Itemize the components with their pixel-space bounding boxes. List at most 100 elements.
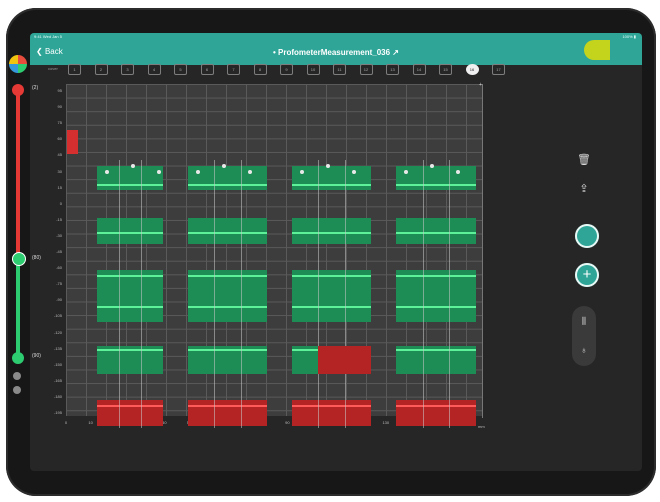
rebar-signal-line xyxy=(97,349,163,351)
rebar-signal-line xyxy=(292,184,371,186)
rebar-marker xyxy=(222,164,226,168)
share-icon[interactable]: ⇪ xyxy=(576,181,592,197)
tab-12[interactable]: 12 xyxy=(359,64,373,75)
measurement-zone xyxy=(188,218,267,244)
tab-10[interactable]: 10 xyxy=(306,64,320,75)
tab-4[interactable]: 4 xyxy=(147,64,161,75)
y-tick-label: -45 xyxy=(56,249,62,254)
y-tick-label: -75 xyxy=(56,281,62,287)
rebar-signal-line xyxy=(292,275,371,277)
tab-5[interactable]: 5 xyxy=(174,64,187,75)
y-tick-label: -150 xyxy=(53,361,62,367)
rebar-signal-line xyxy=(292,232,371,234)
measurement-zone xyxy=(188,166,267,190)
rebar-position-line xyxy=(141,160,142,428)
rebar-marker xyxy=(196,170,200,174)
measurement-zone xyxy=(97,270,163,322)
tab-6[interactable]: 6 xyxy=(200,64,214,75)
y-tick-label: -15 xyxy=(56,216,62,222)
rebar-position-line xyxy=(344,160,346,428)
measurement-title[interactable]: • ProfometerMeasurement_036 ↗ xyxy=(30,48,642,57)
measurement-zone xyxy=(396,400,476,426)
add-icon[interactable]: + xyxy=(575,263,599,287)
rebar-position-line xyxy=(318,160,320,428)
rebar-signal-line xyxy=(97,184,163,186)
rebar-position-line xyxy=(449,160,451,428)
rebar-signal-line xyxy=(97,405,163,407)
info-dot-icon[interactable] xyxy=(13,386,21,394)
slider-label-middle: (80) xyxy=(32,255,41,261)
y-tick-label: 15 xyxy=(57,184,62,190)
rebar-signal-line xyxy=(188,349,267,351)
rebar-marker xyxy=(352,170,356,174)
y-tick-label: -120 xyxy=(53,329,62,335)
rebar-marker xyxy=(404,170,408,174)
y-tick-label: 45 xyxy=(57,152,62,158)
tab-7[interactable]: 7 xyxy=(227,64,240,75)
y-tick-label: 60 xyxy=(57,136,62,142)
rebar-signal-line xyxy=(396,232,476,234)
tab-11[interactable]: 11 xyxy=(333,64,346,75)
measurement-zone xyxy=(188,270,267,322)
measurement-zone xyxy=(396,218,476,244)
y-tick-label: -60 xyxy=(56,265,62,271)
rebar-signal-line xyxy=(292,405,371,407)
tab-15[interactable]: 15 xyxy=(439,64,452,75)
tab-14[interactable]: 14 xyxy=(412,64,426,75)
rebar-signal-line xyxy=(292,306,371,308)
x-axis-unit: mm xyxy=(478,424,485,429)
threshold-slider-upper[interactable] xyxy=(16,85,20,258)
y-tick-label: 90 xyxy=(57,104,62,110)
measurement-zone xyxy=(396,270,476,322)
tab-1[interactable]: 1 xyxy=(68,64,81,75)
slider-knob-top[interactable] xyxy=(12,84,24,96)
rebar-position-line xyxy=(214,160,216,428)
measurement-zone xyxy=(97,400,163,426)
rebar-marker xyxy=(300,170,304,174)
y-tick-label: -105 xyxy=(53,313,62,319)
tab-9[interactable]: 9 xyxy=(280,64,293,75)
right-axis-marker: + xyxy=(479,82,482,88)
tab-3[interactable]: 3 xyxy=(121,64,134,75)
rebar-signal-line xyxy=(396,349,476,351)
tabs-leading-label: cover xyxy=(48,66,58,71)
trash-icon[interactable]: 🗑 xyxy=(576,152,592,168)
slider-label-top: (2) xyxy=(32,85,39,91)
slider-knob-middle[interactable] xyxy=(12,252,26,266)
threshold-slider-lower[interactable] xyxy=(16,258,20,355)
tab-13[interactable]: 13 xyxy=(386,64,399,75)
rebar-marker xyxy=(456,170,460,174)
columns-icon[interactable]: ⫼ xyxy=(576,313,592,329)
measurement-zone-alert xyxy=(318,346,371,374)
measurement-zone xyxy=(396,166,476,190)
rebar-signal-line xyxy=(396,306,476,308)
settings-dot-icon[interactable] xyxy=(13,372,21,380)
right-axis xyxy=(482,84,483,418)
y-tick-label: -195 xyxy=(53,410,62,415)
rebar-signal-line xyxy=(97,306,163,308)
rebar-signal-line xyxy=(188,306,267,308)
y-tick-label: -30 xyxy=(56,232,62,238)
rebar-signal-line xyxy=(188,275,267,277)
rebar-signal-line xyxy=(188,405,267,407)
measurement-zone xyxy=(292,166,371,190)
measurement-zone xyxy=(292,400,371,426)
mic-icon[interactable]: ♁ xyxy=(576,342,592,358)
status-bar: 9:41 Wed Jan 5 100% ▮ xyxy=(30,33,642,41)
status-battery: 100% ▮ xyxy=(622,34,636,39)
slider-knob-bottom[interactable] xyxy=(12,352,24,364)
rebar-marker xyxy=(248,170,252,174)
app-logo-icon[interactable] xyxy=(9,55,27,73)
x-tick-label: 0 xyxy=(64,420,68,425)
tab-8[interactable]: 8 xyxy=(253,64,267,75)
tab-2[interactable]: 2 xyxy=(94,64,108,75)
record-icon[interactable] xyxy=(575,224,599,248)
tab-16[interactable]: 16 xyxy=(465,64,479,75)
measurement-flag-tab[interactable] xyxy=(584,40,610,60)
y-tick-label: 95 xyxy=(57,88,62,93)
rebar-signal-line xyxy=(396,405,476,407)
alert-bar xyxy=(67,130,78,154)
y-tick-label: -90 xyxy=(56,297,62,303)
rebar-signal-line xyxy=(396,275,476,277)
tab-17[interactable]: 17 xyxy=(492,64,505,75)
